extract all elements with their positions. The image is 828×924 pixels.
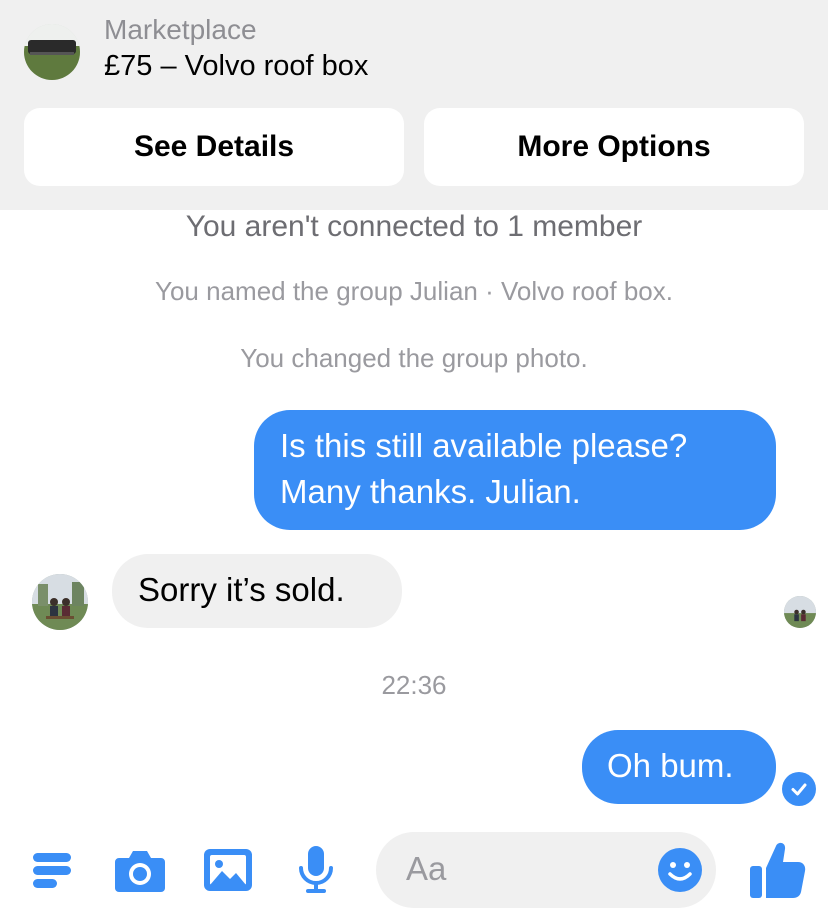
- more-options-button[interactable]: More Options: [424, 108, 804, 186]
- like-icon[interactable]: [746, 838, 808, 902]
- image-icon[interactable]: [200, 842, 256, 898]
- message-bubble-outgoing[interactable]: Oh bum.: [582, 730, 776, 804]
- see-details-button[interactable]: See Details: [24, 108, 404, 186]
- group-named-notice: You named the group Julian · Volvo roof …: [155, 276, 673, 306]
- camera-icon[interactable]: [112, 842, 168, 898]
- message-input[interactable]: Aa: [376, 832, 716, 908]
- menu-icon[interactable]: [24, 842, 80, 898]
- group-photo-notice: You changed the group photo.: [240, 343, 588, 373]
- delivered-check-icon: [782, 772, 816, 806]
- message-bubble-outgoing[interactable]: Is this still available please? Many tha…: [254, 410, 776, 530]
- listing-thumbnail[interactable]: [24, 24, 80, 80]
- read-receipt-avatar: [784, 596, 816, 628]
- marketplace-header: Marketplace £75 – Volvo roof box See Det…: [0, 0, 828, 210]
- emoji-icon[interactable]: [656, 846, 704, 894]
- sender-avatar[interactable]: [32, 574, 88, 630]
- marketplace-label: Marketplace: [104, 14, 257, 45]
- message-input-placeholder: Aa: [406, 850, 447, 887]
- message-timestamp: 22:36: [381, 670, 447, 700]
- connection-notice: You aren't connected to 1 member: [185, 210, 643, 243]
- message-bubble-incoming[interactable]: Sorry it’s sold.: [112, 554, 402, 628]
- listing-title[interactable]: £75 – Volvo roof box: [104, 50, 368, 83]
- microphone-icon[interactable]: [288, 842, 344, 898]
